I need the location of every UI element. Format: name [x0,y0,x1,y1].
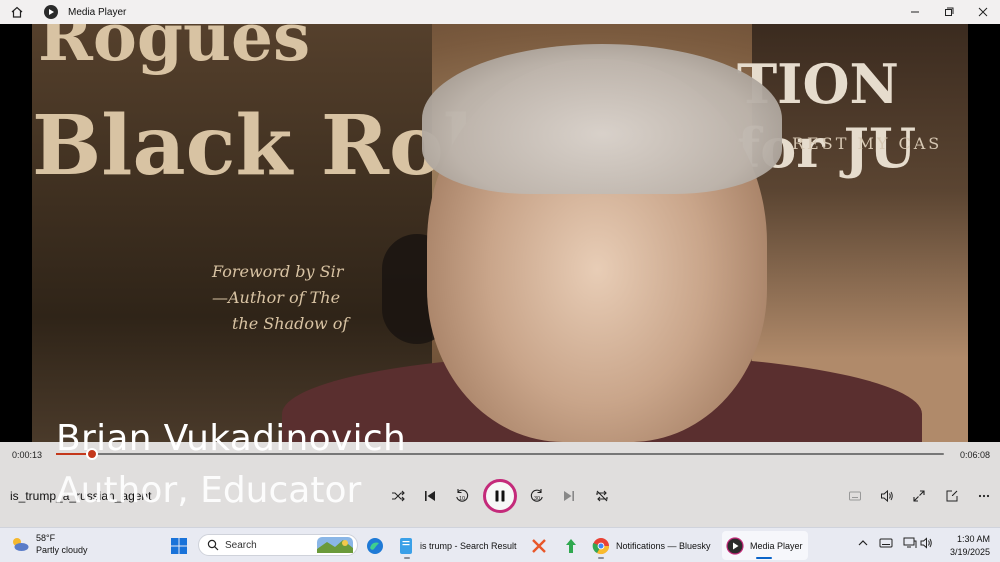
pause-icon [495,490,505,502]
next-icon [564,491,574,501]
skip-forward-30-icon: 30 [530,489,543,502]
home-button[interactable] [0,0,34,24]
taskbar-app-search-result[interactable]: is trump - Search Result [398,531,523,560]
chrome-icon [592,537,610,554]
green-arrow-icon [566,538,576,553]
repeat-off-icon [596,490,608,502]
tray-app-button[interactable] [879,537,893,552]
minimize-icon [911,11,919,13]
partly-cloudy-icon [13,538,29,551]
video-frame: Rogues Black Rob Foreword by Sir —Author… [32,24,968,442]
search-highlight-icon [317,537,353,553]
window-controls [898,0,1000,24]
tray-volume-button[interactable] [920,537,934,552]
media-player-window: Media Player Rogues Black Rob Foreword b… [0,0,1000,562]
clock-date: 3/19/2025 [949,547,990,557]
total-time: 0:06:08 [960,450,991,460]
next-button[interactable] [557,484,581,508]
current-time: 0:00:13 [12,450,43,460]
taskbar-app-arrow[interactable] [560,531,582,560]
window-title: Media Player [68,6,127,18]
taskbar-app-x[interactable] [528,531,550,560]
search-icon [207,539,219,551]
windows-taskbar: 58°F Partly cloudy Search is trump - Sea… [0,527,1000,562]
taskbar-edge[interactable] [364,531,386,560]
poster-text-5: the Shadow of [232,314,349,333]
previous-icon [425,491,435,501]
skip-back-10-icon: 10 [456,489,469,502]
tray-network-button[interactable] [903,537,917,552]
weather-widget[interactable]: 58°F Partly cloudy [10,532,88,556]
taskbar-app-media-player[interactable]: Media Player [722,531,808,560]
captions-icon [849,491,861,501]
network-icon [903,537,917,548]
document-icon [400,537,412,554]
svg-text:30: 30 [534,496,540,502]
x-mark-icon [532,538,546,553]
svg-text:10: 10 [459,496,465,502]
mini-player-button[interactable] [940,484,964,508]
home-icon [11,6,23,18]
volume-button[interactable] [875,484,899,508]
fullscreen-button[interactable] [907,484,931,508]
video-area[interactable]: Rogues Black Rob Foreword by Sir —Author… [0,24,1000,442]
skip-forward-30-button[interactable]: 30 [525,484,549,508]
taskbar-app-label: Notifications — Bluesky [616,540,711,551]
taskbar-search[interactable]: Search [198,534,358,556]
minimize-button[interactable] [898,0,932,24]
search-label: Search [225,539,257,551]
shuffle-button[interactable] [386,484,410,508]
close-button[interactable] [966,0,1000,24]
caption-name: Brian Vukadinovich [56,418,407,459]
poster-text-1: Rogues [38,24,311,76]
taskbar-app-label: Media Player [750,540,803,551]
poster-text-4: —Author of The [212,288,341,307]
start-button[interactable] [166,531,192,560]
edge-browser-icon [367,537,383,554]
shuffle-icon [392,490,405,502]
taskbar-app-bluesky[interactable]: Notifications — Bluesky [592,531,717,560]
volume-icon [881,489,893,503]
taskbar-app-label: is trump - Search Result [420,540,517,551]
pause-button[interactable] [483,479,517,513]
maximize-button[interactable] [932,0,966,24]
weather-description: Partly cloudy [36,545,88,555]
tray-overflow-button[interactable] [857,537,869,552]
chevron-up-icon [858,540,868,546]
caption-role: Author, Educator [56,470,362,511]
poster-right-text-2: REST MY CAS [792,134,943,153]
captions-button[interactable] [843,484,867,508]
more-options-button[interactable] [972,484,996,508]
title-bar: Media Player [0,0,1000,24]
fullscreen-icon [913,490,925,502]
windows-logo-icon [171,537,187,554]
clock-time: 1:30 AM [956,534,990,544]
keyboard-icon [879,538,893,548]
previous-button[interactable] [418,484,442,508]
more-icon [978,494,990,498]
weather-temperature: 58°F [36,533,56,543]
repeat-button[interactable] [590,484,614,508]
restore-icon [945,7,954,16]
speaker-icon [920,537,932,549]
running-indicator [404,557,410,559]
media-player-app-icon [44,5,58,19]
media-player-icon [726,536,744,555]
taskbar-clock[interactable]: 1:30 AM 3/19/2025 [940,533,990,559]
speaker-hair [422,44,782,194]
poster-text-3: Foreword by Sir [212,262,344,281]
running-indicator [598,557,604,559]
skip-back-10-button[interactable]: 10 [450,484,474,508]
mini-player-icon [946,490,958,502]
active-indicator [756,557,772,559]
close-icon [978,7,988,17]
